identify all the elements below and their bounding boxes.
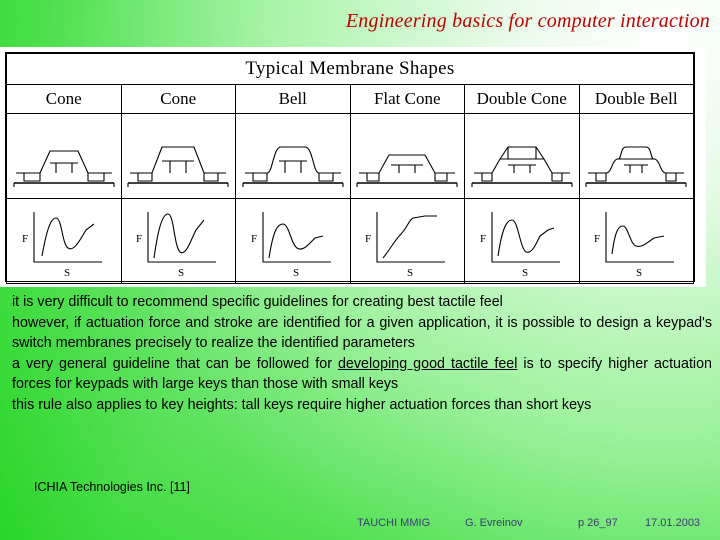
column-header: Flat Cone — [349, 84, 465, 114]
membrane-shape-diagram — [578, 113, 694, 199]
footer-date: 17.01.2003 — [645, 517, 701, 529]
column-header: Cone — [6, 84, 122, 114]
graph-y-label: F — [251, 233, 257, 245]
body-text-block: it is very difficult to recommend specif… — [12, 292, 712, 415]
body-line-2: however, if actuation force and stroke a… — [12, 314, 712, 352]
membrane-shapes-table: Typical Membrane Shapes Cone Cone Bell F… — [5, 52, 695, 284]
column-header: Bell — [235, 84, 351, 114]
force-stroke-graph: F S — [349, 198, 465, 284]
column-header: Double Cone — [464, 84, 580, 114]
source-citation: ICHIA Technologies Inc. [11] — [34, 480, 190, 494]
footer-page: p 26_97 — [578, 517, 618, 529]
footer-org: TAUCHI MMIG — [357, 517, 431, 529]
body-line-4: this rule also applies to key heights: t… — [12, 396, 592, 413]
graph-y-label: F — [365, 233, 371, 245]
graph-x-label: S — [636, 267, 642, 278]
graph-y-label: F — [480, 233, 486, 245]
graph-x-label: S — [407, 267, 413, 278]
column-header: Cone — [120, 84, 236, 114]
membrane-shape-diagram — [235, 113, 351, 199]
force-stroke-graph: F S — [6, 198, 122, 284]
body-line-1: it is very difficult to recommend specif… — [12, 294, 503, 310]
graph-x-label: S — [522, 267, 528, 278]
membrane-shape-diagram — [120, 113, 236, 199]
membrane-shape-diagram — [6, 113, 122, 199]
graph-x-label: S — [178, 267, 184, 278]
membrane-shape-diagram — [349, 113, 465, 199]
body-line-3-underlined: developing good tactile feel — [337, 355, 518, 372]
table-caption: Typical Membrane Shapes — [6, 53, 694, 85]
footer-author: G. Evreinov — [465, 517, 523, 529]
slide-footer: TAUCHI MMIG G. Evreinov p 26_97 17.01.20… — [0, 513, 720, 540]
graph-x-label: S — [293, 267, 299, 278]
force-stroke-graph: F S — [235, 198, 351, 284]
membrane-shape-diagram — [464, 113, 580, 199]
force-stroke-graph: F S — [464, 198, 580, 284]
graph-y-label: F — [22, 233, 28, 245]
graph-y-label: F — [594, 233, 600, 245]
graph-x-label: S — [64, 267, 70, 278]
force-stroke-graph: F S — [120, 198, 236, 284]
body-line-3: a very general guideline that can be fol… — [12, 354, 712, 395]
body-line-3-part-a: a very general guideline that can be fol… — [12, 355, 338, 372]
slide-title: Engineering basics for computer interact… — [345, 10, 710, 32]
column-header: Double Bell — [578, 84, 694, 114]
graph-y-label: F — [136, 233, 142, 245]
force-stroke-graph: F S — [578, 198, 694, 284]
